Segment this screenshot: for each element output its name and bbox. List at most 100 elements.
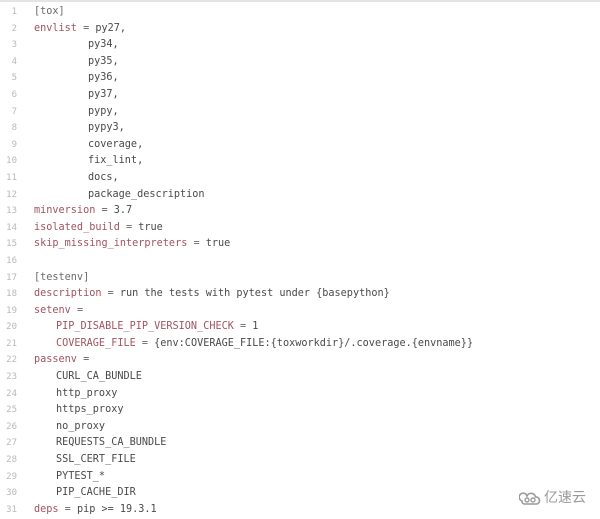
line-number: 12 [6, 189, 17, 200]
line-content: setenv = [34, 303, 83, 320]
code-line: 26 no_proxy [0, 419, 600, 436]
line-number: 3 [11, 40, 17, 51]
code-line: 29 PYTEST_* [0, 469, 600, 486]
code-line: 17 [testenv] [0, 270, 600, 287]
code-line: 7 pypy, [0, 104, 600, 121]
code-line: 28 SSL_CERT_FILE [0, 452, 600, 469]
line-number: 31 [6, 504, 17, 515]
line-number: 19 [6, 305, 17, 316]
line-number: 18 [6, 289, 17, 300]
watermark: 亿速云 [519, 487, 586, 507]
line-content: PYTEST_* [56, 469, 105, 486]
line-number: 30 [6, 488, 17, 499]
code-viewer: 1 [tox] 2 envlist = py27, 3 py34, 4 py35, 5 py36,… [0, 0, 600, 519]
assign-operator: = [101, 288, 120, 300]
line-content: http_proxy [56, 386, 117, 403]
config-value: py36, [88, 72, 119, 84]
line-content: py34, [88, 37, 119, 54]
code-line: 9 coverage, [0, 137, 600, 154]
line-content: [tox] [34, 4, 65, 21]
line-content: package_description [88, 187, 205, 204]
assign-operator: = [187, 238, 206, 250]
line-content: [testenv] [34, 270, 89, 287]
line-content: REQUESTS_CA_BUNDLE [56, 435, 166, 452]
line-number: 17 [6, 272, 17, 283]
code-line: 15 skip_missing_interpreters = true [0, 236, 600, 253]
config-key: setenv [34, 304, 71, 316]
line-number: 2 [11, 23, 17, 34]
code-line: 24 http_proxy [0, 386, 600, 403]
config-key: deps [34, 503, 59, 515]
line-content: https_proxy [56, 402, 123, 419]
line-content: passenv = [34, 352, 89, 369]
line-number: 5 [11, 73, 17, 84]
config-value: http_proxy [56, 387, 118, 399]
line-number: 27 [6, 438, 17, 449]
config-key: envlist [34, 22, 77, 34]
config-value: coverage, [88, 138, 144, 150]
config-value: run the tests with pytest under {basepyt… [119, 288, 390, 300]
code-line: 3 py34, [0, 37, 600, 54]
line-number: 7 [11, 106, 17, 117]
line-number: 15 [6, 239, 17, 250]
assign-operator: = [119, 221, 139, 233]
config-value: REQUESTS_CA_BUNDLE [56, 437, 167, 449]
config-value: true [205, 238, 231, 250]
config-value: pip >= 19.3.1 [76, 503, 157, 515]
code-line: 31 deps = pip >= 19.3.1 [0, 502, 600, 519]
line-content: py37, [88, 87, 119, 104]
line-content: pypy3, [88, 120, 125, 137]
code-line: 21 COVERAGE_FILE = {env:COVERAGE_FILE:{to… [0, 336, 600, 353]
line-content: docs, [88, 170, 119, 187]
config-value: pypy3, [88, 122, 125, 134]
code-line: 25 https_proxy [0, 402, 600, 419]
line-number: 20 [6, 322, 17, 333]
code-line: 12 package_description [0, 187, 600, 204]
line-content: deps = pip >= 19.3.1 [34, 502, 157, 519]
config-value: SSL_CERT_FILE [56, 454, 136, 466]
line-number: 9 [11, 139, 17, 150]
section-header: [tox] [34, 6, 65, 17]
config-value: no_proxy [56, 420, 106, 432]
line-content: envlist = py27, [34, 21, 126, 38]
line-number: 26 [6, 421, 17, 432]
config-key: COVERAGE_FILE [56, 337, 136, 349]
line-number: 11 [6, 172, 17, 183]
code-line: 10 fix_lint, [0, 153, 600, 170]
line-content: SSL_CERT_FILE [56, 452, 136, 469]
line-content: CURL_CA_BUNDLE [56, 369, 142, 386]
assign-operator: = [233, 321, 253, 333]
config-value: py34, [88, 39, 119, 51]
code-line: 2 envlist = py27, [0, 21, 600, 38]
code-line: 16 [0, 253, 600, 270]
line-content: py35, [88, 54, 119, 71]
config-value: true [138, 221, 163, 233]
code-line: 20 PIP_DISABLE_PIP_VERSION_CHECK = 1 [0, 319, 600, 336]
line-number: 29 [6, 471, 17, 482]
config-value: 1 [252, 321, 259, 333]
config-key: passenv [34, 354, 77, 366]
assign-operator: = [76, 354, 90, 366]
config-value: docs, [88, 171, 119, 183]
line-content: PIP_DISABLE_PIP_VERSION_CHECK = 1 [56, 319, 258, 336]
section-header: [testenv] [34, 271, 90, 283]
config-value: PYTEST_* [56, 470, 106, 482]
config-value: PIP_CACHE_DIR [56, 487, 136, 499]
line-number: 22 [6, 355, 17, 366]
line-number: 14 [6, 222, 17, 233]
code-line: 22 passenv = [0, 352, 600, 369]
code-line: 18 description = run the tests with pytes… [0, 286, 600, 303]
assign-operator: = [70, 304, 84, 316]
line-number: 21 [6, 338, 17, 349]
code-line: 11 docs, [0, 170, 600, 187]
line-number: 28 [6, 455, 17, 466]
config-value: 3.7 [113, 205, 133, 217]
line-content: no_proxy [56, 419, 105, 436]
line-number: 10 [6, 156, 17, 167]
code-line: 6 py37, [0, 87, 600, 104]
line-number: 4 [11, 56, 17, 67]
config-value: py35, [88, 55, 119, 67]
assign-operator: = [58, 503, 77, 515]
line-number: 25 [6, 405, 17, 416]
code-line: 27 REQUESTS_CA_BUNDLE [0, 435, 600, 452]
